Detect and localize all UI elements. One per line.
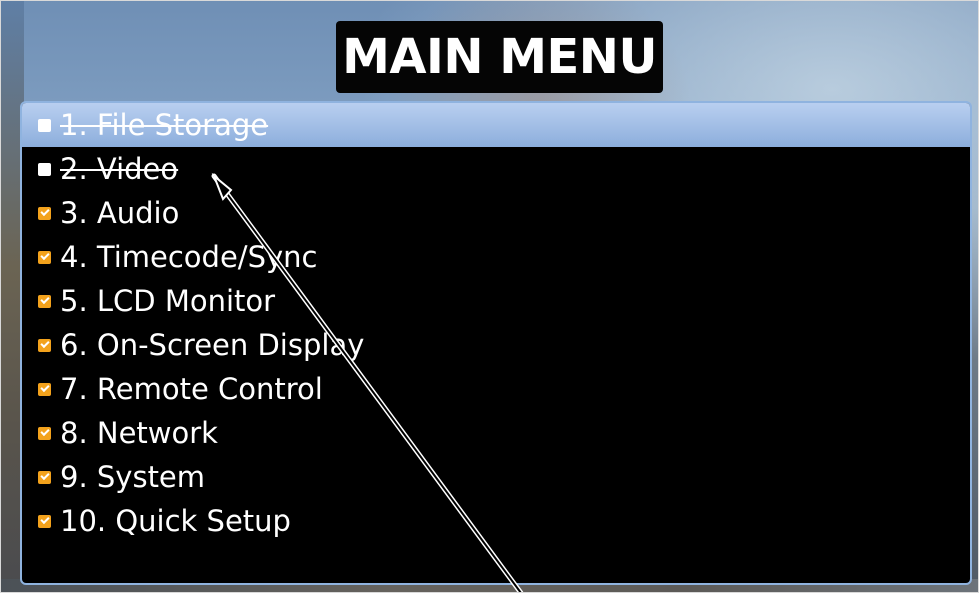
menu-item-system[interactable]: 9. System	[22, 455, 970, 499]
checkbox-icon[interactable]	[38, 294, 51, 308]
menu-item-label: 7. Remote Control	[60, 372, 323, 406]
menu-item-remote-control[interactable]: 7. Remote Control	[22, 367, 970, 411]
checkbox-icon[interactable]	[38, 162, 51, 176]
menu-item-network[interactable]: 8. Network	[22, 411, 970, 455]
checkbox-icon[interactable]	[38, 250, 51, 264]
checkbox-icon[interactable]	[38, 514, 51, 528]
menu-item-quick-setup[interactable]: 10. Quick Setup	[22, 499, 970, 543]
menu-item-label: 8. Network	[60, 416, 218, 450]
menu-item-label: 10. Quick Setup	[60, 504, 291, 538]
menu-item-label: 4. Timecode/Sync	[60, 240, 318, 274]
checkbox-icon[interactable]	[38, 206, 51, 220]
menu-item-on-screen-display[interactable]: 6. On-Screen Display	[22, 323, 970, 367]
menu-item-video[interactable]: 2. Video	[22, 147, 970, 191]
checkbox-icon[interactable]	[38, 118, 51, 132]
menu-list: 1. File Storage 2. Video 3. Audio 4. Tim…	[22, 103, 970, 543]
menu-item-lcd-monitor[interactable]: 5. LCD Monitor	[22, 279, 970, 323]
menu-item-timecode-sync[interactable]: 4. Timecode/Sync	[22, 235, 970, 279]
menu-item-label: 3. Audio	[60, 196, 180, 230]
menu-item-audio[interactable]: 3. Audio	[22, 191, 970, 235]
checkbox-icon[interactable]	[38, 470, 51, 484]
checkbox-icon[interactable]	[38, 426, 51, 440]
screen: MAIN MENU 1. File Storage 2. Video 3. Au…	[0, 0, 979, 593]
menu-item-label: 2. Video	[60, 152, 179, 186]
menu-item-label: 1. File Storage	[60, 108, 269, 142]
menu-item-label: 6. On-Screen Display	[60, 328, 365, 362]
menu-item-label: 9. System	[60, 460, 206, 494]
checkbox-icon[interactable]	[38, 338, 51, 352]
menu-title: MAIN MENU	[336, 21, 663, 93]
main-menu-panel: 1. File Storage 2. Video 3. Audio 4. Tim…	[20, 101, 972, 585]
menu-item-file-storage[interactable]: 1. File Storage	[22, 103, 970, 147]
checkbox-icon[interactable]	[38, 382, 51, 396]
title-container: MAIN MENU	[0, 21, 979, 93]
menu-item-label: 5. LCD Monitor	[60, 284, 276, 318]
